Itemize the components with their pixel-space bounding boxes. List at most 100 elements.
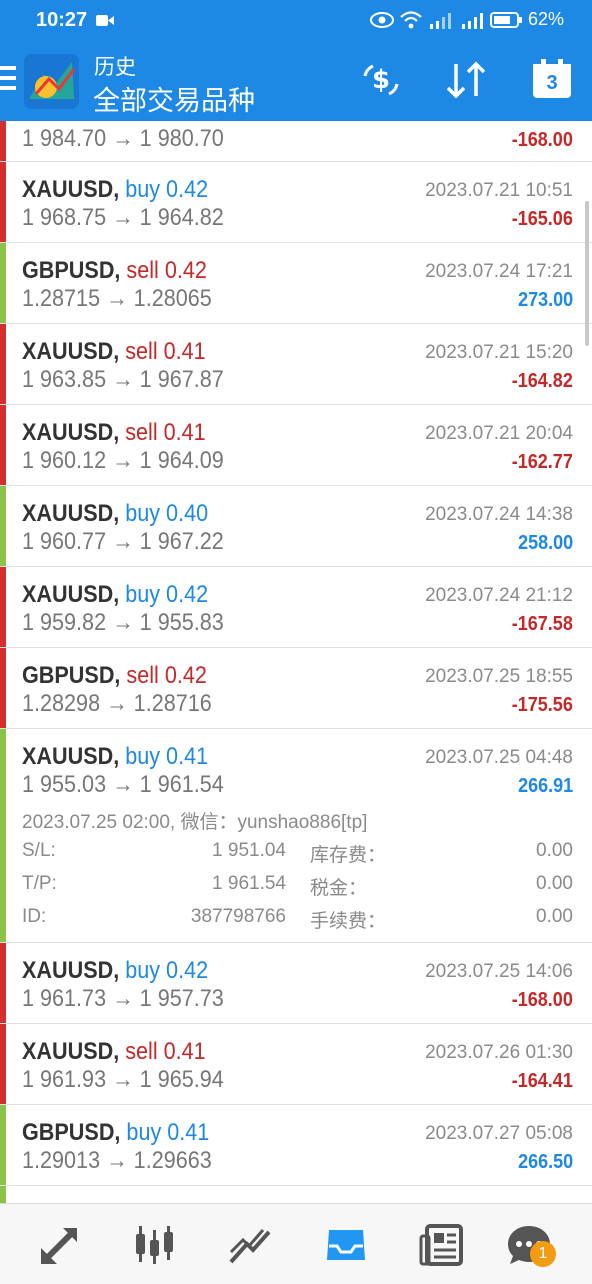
trade-row[interactable]: GBPUSD, sell 0.42 1.28715 → 1.28065 2023.0… bbox=[0, 243, 592, 324]
trade-history-list[interactable]: 1 984.70 → 1 980.70 -168.00 XAUUSD, buy 0.… bbox=[0, 121, 592, 1203]
trade-prices: 1 959.82 → 1 955.83 bbox=[22, 609, 224, 636]
trade-symbol-line: GBPUSD, sell 0.42 bbox=[22, 257, 207, 285]
trade-row[interactable]: XAUUSD, sell 0.41 1 960.12 → 1 964.09 2023… bbox=[0, 405, 592, 486]
trade-row[interactable]: XAUUSD, buy 0.41 1 955.03 → 1 961.54 2023.… bbox=[0, 729, 592, 943]
stop-loss-label: S/L: bbox=[22, 840, 56, 861]
trade-close-time: 2023.07.21 10:51 bbox=[425, 180, 573, 201]
result-indicator bbox=[0, 405, 6, 485]
trade-prices: 1.28298 → 1.28716 bbox=[22, 690, 212, 717]
swap-label: 库存费： bbox=[310, 845, 387, 866]
trade-volume: 0.41 bbox=[167, 1119, 210, 1146]
app-bar: 历史 全部交易品种 $ 3 bbox=[0, 42, 592, 121]
trade-profit: -164.41 bbox=[511, 1070, 573, 1092]
news-icon[interactable] bbox=[419, 1222, 465, 1268]
history-icon[interactable] bbox=[323, 1222, 369, 1268]
trade-side: buy bbox=[125, 957, 161, 984]
currency-exchange-icon[interactable]: $ bbox=[359, 58, 403, 102]
trade-symbol: XAUUSD, bbox=[22, 743, 120, 770]
wifi-icon bbox=[400, 10, 422, 28]
result-indicator bbox=[0, 943, 6, 1023]
trade-symbol: XAUUSD, bbox=[22, 338, 120, 365]
trade-side: sell bbox=[126, 662, 159, 689]
quotes-icon[interactable] bbox=[37, 1222, 83, 1268]
trade-close-time: 2023.07.26 01:30 bbox=[425, 1042, 573, 1063]
swap-value: 0.00 bbox=[536, 840, 573, 861]
trade-close-time: 2023.07.24 17:21 bbox=[425, 261, 573, 282]
trade-prices: 1 961.73 → 1 957.73 bbox=[22, 985, 224, 1012]
trade-volume: 0.41 bbox=[166, 743, 209, 770]
result-indicator bbox=[0, 486, 6, 566]
result-indicator bbox=[0, 1105, 6, 1185]
trade-volume: 0.41 bbox=[163, 1038, 206, 1065]
trade-close-time: 2023.07.27 05:08 bbox=[425, 1123, 573, 1144]
taxes-label: 税金： bbox=[310, 878, 368, 899]
trade-row[interactable]: XAUUSD, buy 0.42 1 968.75 → 1 964.82 2023.… bbox=[0, 162, 592, 243]
trade-prices: 1 963.85 → 1 967.87 bbox=[22, 366, 224, 393]
trade-close-time: 2023.07.25 04:48 bbox=[425, 747, 573, 768]
trade-volume: 0.42 bbox=[166, 581, 209, 608]
trade-close-time: 2023.07.25 14:06 bbox=[425, 961, 573, 982]
calendar-icon[interactable]: 3 bbox=[530, 56, 574, 100]
signal-icon-2 bbox=[461, 12, 483, 29]
trade-row[interactable]: GBPUSD, buy 0.41 1.29013 → 1.29663 2023.07… bbox=[0, 1105, 592, 1186]
trade-volume: 0.41 bbox=[163, 338, 206, 365]
chart-icon[interactable] bbox=[131, 1222, 177, 1268]
trade-row[interactable]: XAUUSD, sell 0.41 1 963.85 → 1 967.87 2023… bbox=[0, 324, 592, 405]
trade-row[interactable]: XAUUSD, sell 0.41 1 961.93 → 1 965.94 2023… bbox=[0, 1024, 592, 1105]
trade-row[interactable]: XAUUSD, buy 0.42 1 959.82 → 1 955.83 2023.… bbox=[0, 567, 592, 648]
status-time: 10:27 bbox=[36, 9, 88, 31]
bottom-navigation bbox=[0, 1203, 592, 1284]
signal-icon-1 bbox=[429, 12, 451, 29]
trade-profit: -167.58 bbox=[511, 613, 573, 635]
result-indicator bbox=[0, 162, 6, 242]
trade-close-time: 2023.07.24 14:38 bbox=[425, 504, 573, 525]
trade-row[interactable]: 1 984.70 → 1 980.70 -168.00 bbox=[0, 121, 592, 162]
trade-symbol-line: XAUUSD, sell 0.41 bbox=[22, 338, 206, 366]
trade-symbol-line: XAUUSD, buy 0.42 bbox=[22, 176, 208, 204]
trade-row[interactable]: XAUUSD, buy 0.40 1 960.77 → 1 967.22 2023.… bbox=[0, 486, 592, 567]
trade-row[interactable]: XAUUSD, buy 0.40 bbox=[0, 1186, 592, 1203]
app-bar-subtitle: 历史 bbox=[94, 56, 136, 79]
svg-text:$: $ bbox=[372, 65, 390, 95]
trade-volume: 0.42 bbox=[166, 176, 209, 203]
menu-icon[interactable] bbox=[0, 66, 16, 96]
trade-icon[interactable] bbox=[227, 1222, 273, 1268]
sort-icon[interactable] bbox=[444, 58, 488, 102]
trade-side: sell bbox=[126, 257, 159, 284]
trade-row[interactable]: GBPUSD, sell 0.42 1.28298 → 1.28716 2023.0… bbox=[0, 648, 592, 729]
trade-symbol-line: XAUUSD, buy 0.42 bbox=[22, 581, 208, 609]
trade-row[interactable]: XAUUSD, buy 0.42 1 961.73 → 1 957.73 2023.… bbox=[0, 943, 592, 1024]
status-bar: 10:27 62% bbox=[0, 0, 592, 42]
trade-side: buy bbox=[125, 581, 161, 608]
trade-close-time: 2023.07.25 18:55 bbox=[425, 666, 573, 687]
battery-icon bbox=[489, 11, 522, 28]
stop-loss-value: 1 951.04 bbox=[212, 840, 286, 861]
trade-prices: 1 961.93 → 1 965.94 bbox=[22, 1066, 224, 1093]
trade-volume: 0.42 bbox=[166, 957, 209, 984]
trade-side: buy bbox=[125, 500, 161, 527]
trade-prices: 1 960.12 → 1 964.09 bbox=[22, 447, 224, 474]
trade-profit: -165.06 bbox=[511, 208, 573, 230]
trade-profit: -168.00 bbox=[511, 129, 573, 151]
battery-percent: 62% bbox=[527, 9, 564, 29]
screen-record-icon bbox=[96, 15, 114, 26]
status-right: 62% bbox=[369, 9, 564, 30]
trade-symbol-line: XAUUSD, buy 0.40 bbox=[22, 500, 208, 528]
trade-side: sell bbox=[125, 1038, 158, 1065]
order-id-value: 387798766 bbox=[190, 906, 286, 927]
trade-prices: 1.28715 → 1.28065 bbox=[22, 285, 212, 312]
trade-profit: -168.00 bbox=[511, 989, 573, 1011]
result-indicator bbox=[0, 324, 6, 404]
result-indicator bbox=[0, 729, 6, 942]
trade-side: buy bbox=[125, 743, 161, 770]
taxes-value: 0.00 bbox=[536, 873, 573, 894]
order-id-label: ID: bbox=[22, 906, 47, 927]
trade-prices: 1 960.77 → 1 967.22 bbox=[22, 528, 224, 555]
trade-prices: 1.29013 → 1.29663 bbox=[22, 1147, 212, 1174]
app-bar-title[interactable]: 全部交易品种 bbox=[93, 79, 255, 118]
result-indicator bbox=[0, 1186, 6, 1203]
scrollbar[interactable] bbox=[585, 201, 589, 346]
trade-volume: 0.42 bbox=[164, 662, 207, 689]
trade-volume: 0.41 bbox=[163, 419, 206, 446]
result-indicator bbox=[0, 567, 6, 647]
